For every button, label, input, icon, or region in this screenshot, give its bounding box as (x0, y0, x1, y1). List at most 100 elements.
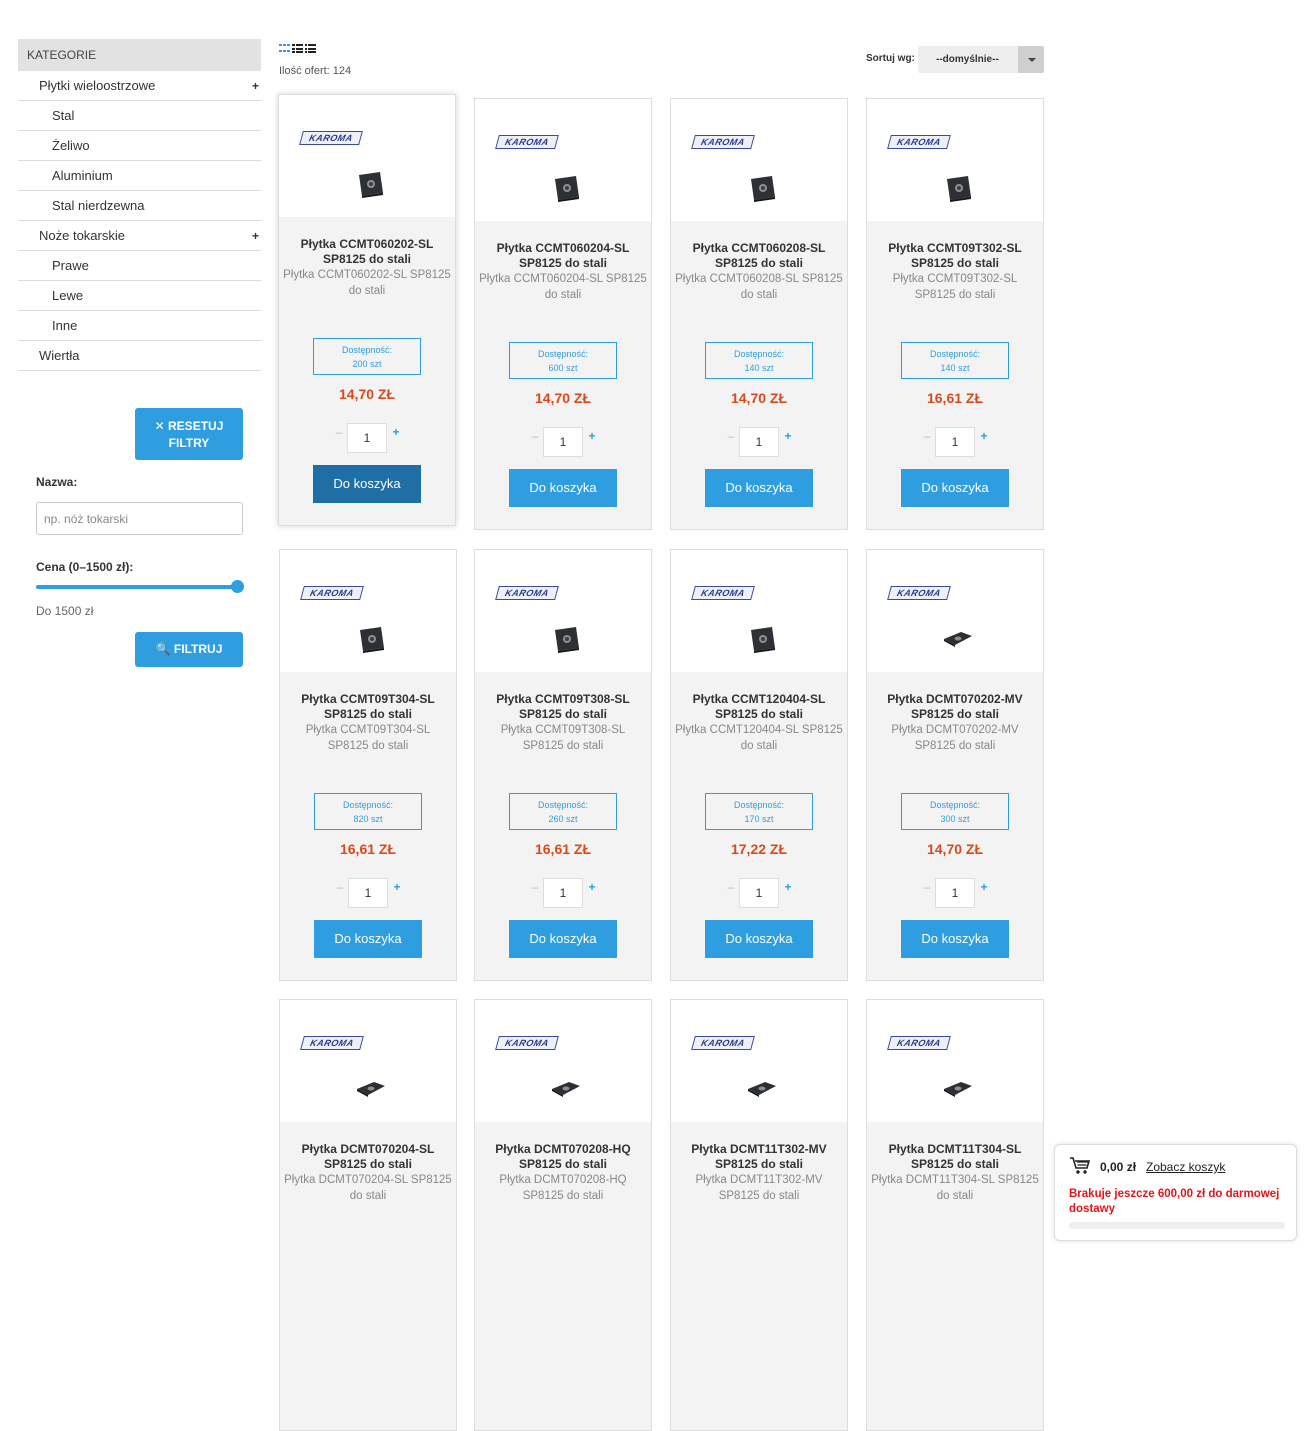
cart-icon[interactable] (1069, 1156, 1091, 1176)
qty-decrease-button[interactable]: – (726, 429, 736, 443)
qty-increase-button[interactable]: + (391, 425, 401, 439)
category-item[interactable]: Stal nierdzewna (18, 191, 261, 221)
product-card[interactable]: KAROMA Płytka DCMT070202-MV SP8125 do sta… (866, 549, 1044, 981)
quantity-input[interactable]: 1 (739, 427, 779, 457)
qty-decrease-button[interactable]: – (530, 880, 540, 894)
product-card[interactable]: KAROMA Płytka DCMT11T304-SL SP8125 do sta… (866, 999, 1044, 1431)
availability-label: Dostępność: (342, 800, 394, 810)
product-card[interactable]: KAROMA Płytka CCMT09T308-SL SP8125 do sta… (474, 549, 652, 981)
category-list: Płytki wieloostrzowe + Stal Żeliwo Aluminium… (18, 71, 261, 371)
category-item[interactable]: Lewe (18, 281, 261, 311)
qty-decrease-button[interactable]: – (530, 429, 540, 443)
category-item[interactable]: Stal (18, 101, 261, 131)
product-image[interactable]: KAROMA (671, 550, 847, 672)
product-card[interactable]: KAROMA Płytka CCMT120404-SL SP8125 do sta… (670, 549, 848, 981)
product-title[interactable]: Płytka DCMT070202-MV SP8125 do stali (873, 692, 1037, 722)
quantity-input[interactable]: 1 (935, 427, 975, 457)
product-insert-image (359, 172, 383, 198)
grid-view-icon[interactable] (279, 44, 290, 54)
add-to-cart-button[interactable]: Do koszyka (314, 920, 422, 958)
add-to-cart-button[interactable]: Do koszyka (313, 465, 421, 503)
chevron-down-icon[interactable] (1018, 46, 1044, 73)
expand-plus-icon[interactable]: + (252, 221, 259, 251)
qty-decrease-button[interactable]: – (922, 880, 932, 894)
quantity-input[interactable]: 1 (543, 878, 583, 908)
add-to-cart-button[interactable]: Do koszyka (705, 469, 813, 507)
qty-increase-button[interactable]: + (587, 880, 597, 894)
product-title[interactable]: Płytka DCMT070208-HQ SP8125 do stali (481, 1142, 645, 1172)
product-image[interactable]: KAROMA (671, 99, 847, 221)
product-title[interactable]: Płytka CCMT09T304-SL SP8125 do stali (286, 692, 450, 722)
product-card[interactable]: KAROMA Płytka DCMT070208-HQ SP8125 do sta… (474, 999, 652, 1431)
qty-decrease-button[interactable]: – (335, 880, 345, 894)
add-to-cart-button[interactable]: Do koszyka (509, 920, 617, 958)
category-item[interactable]: Inne (18, 311, 261, 341)
product-image[interactable]: KAROMA (475, 550, 651, 672)
list-view-icon[interactable] (292, 44, 303, 54)
add-to-cart-button[interactable]: Do koszyka (901, 469, 1009, 507)
product-title[interactable]: Płytka CCMT09T302-SL SP8125 do stali (873, 241, 1037, 271)
product-card[interactable]: KAROMA Płytka CCMT09T304-SL SP8125 do sta… (279, 549, 457, 981)
product-title[interactable]: Płytka CCMT120404-SL SP8125 do stali (677, 692, 841, 722)
qty-increase-button[interactable]: + (979, 429, 989, 443)
category-item[interactable]: Płytki wieloostrzowe + (18, 71, 261, 101)
compact-list-view-icon[interactable] (305, 44, 316, 54)
add-to-cart-button[interactable]: Do koszyka (901, 920, 1009, 958)
name-filter-input[interactable] (36, 502, 243, 535)
view-cart-link[interactable]: Zobacz koszyk (1146, 1160, 1225, 1174)
category-item[interactable]: Noże tokarskie + (18, 221, 261, 251)
product-card[interactable]: KAROMA Płytka CCMT060208-SL SP8125 do sta… (670, 98, 848, 530)
product-image[interactable]: KAROMA (671, 1000, 847, 1122)
product-card[interactable]: KAROMA Płytka DCMT11T302-MV SP8125 do sta… (670, 999, 848, 1431)
product-card[interactable]: KAROMA Płytka DCMT070204-SL SP8125 do sta… (279, 999, 457, 1431)
add-to-cart-button[interactable]: Do koszyka (705, 920, 813, 958)
product-image[interactable]: KAROMA (280, 550, 456, 672)
category-item[interactable]: Prawe (18, 251, 261, 281)
category-label: Stal (52, 108, 75, 123)
product-title[interactable]: Płytka CCMT060204-SL SP8125 do stali (481, 241, 645, 271)
price-slider-track[interactable] (36, 585, 243, 589)
quantity-input[interactable]: 1 (739, 878, 779, 908)
product-title[interactable]: Płytka CCMT060208-SL SP8125 do stali (677, 241, 841, 271)
qty-increase-button[interactable]: + (392, 880, 402, 894)
product-card[interactable]: KAROMA Płytka CCMT060202-SL SP8125 do sta… (278, 94, 456, 526)
qty-increase-button[interactable]: + (587, 429, 597, 443)
product-title[interactable]: Płytka CCMT09T308-SL SP8125 do stali (481, 692, 645, 722)
quantity-input[interactable]: 1 (347, 423, 387, 453)
product-title[interactable]: Płytka CCMT060202-SL SP8125 do stali (285, 237, 449, 267)
product-insert-image (944, 632, 972, 647)
quantity-input[interactable]: 1 (935, 878, 975, 908)
category-item[interactable]: Aluminium (18, 161, 261, 191)
category-label: Inne (52, 318, 78, 333)
category-item[interactable]: Żeliwo (18, 131, 261, 161)
qty-decrease-button[interactable]: – (922, 429, 932, 443)
product-image[interactable]: KAROMA (475, 1000, 651, 1122)
product-card[interactable]: KAROMA Płytka CCMT060204-SL SP8125 do sta… (474, 98, 652, 530)
price-slider-handle[interactable] (231, 580, 244, 593)
product-image[interactable]: KAROMA (475, 99, 651, 221)
product-image[interactable]: KAROMA (867, 550, 1043, 672)
filter-button[interactable]: 🔍 FILTRUJ (135, 632, 243, 667)
product-image[interactable]: KAROMA (279, 95, 455, 217)
quantity-input[interactable]: 1 (543, 427, 583, 457)
availability-box: Dostępność: 820 szt (314, 793, 422, 830)
qty-decrease-button[interactable]: – (726, 880, 736, 894)
product-title[interactable]: Płytka DCMT11T302-MV SP8125 do stali (677, 1142, 841, 1172)
product-image[interactable]: KAROMA (280, 1000, 456, 1122)
product-image[interactable]: KAROMA (867, 1000, 1043, 1122)
product-title[interactable]: Płytka DCMT11T304-SL SP8125 do stali (873, 1142, 1037, 1172)
qty-increase-button[interactable]: + (783, 429, 793, 443)
product-insert-image (360, 627, 384, 653)
qty-increase-button[interactable]: + (979, 880, 989, 894)
product-title[interactable]: Płytka DCMT070204-SL SP8125 do stali (286, 1142, 450, 1172)
expand-plus-icon[interactable]: + (252, 71, 259, 101)
add-to-cart-button[interactable]: Do koszyka (509, 469, 617, 507)
reset-filters-button[interactable]: ✕ RESETUJ FILTRY (135, 408, 243, 460)
qty-increase-button[interactable]: + (783, 880, 793, 894)
qty-decrease-button[interactable]: – (334, 425, 344, 439)
category-item[interactable]: Wiertła (18, 341, 261, 371)
product-card[interactable]: KAROMA Płytka CCMT09T302-SL SP8125 do sta… (866, 98, 1044, 530)
quantity-input[interactable]: 1 (348, 878, 388, 908)
sort-select[interactable]: --domyślnie-- (918, 46, 1044, 73)
product-image[interactable]: KAROMA (867, 99, 1043, 221)
